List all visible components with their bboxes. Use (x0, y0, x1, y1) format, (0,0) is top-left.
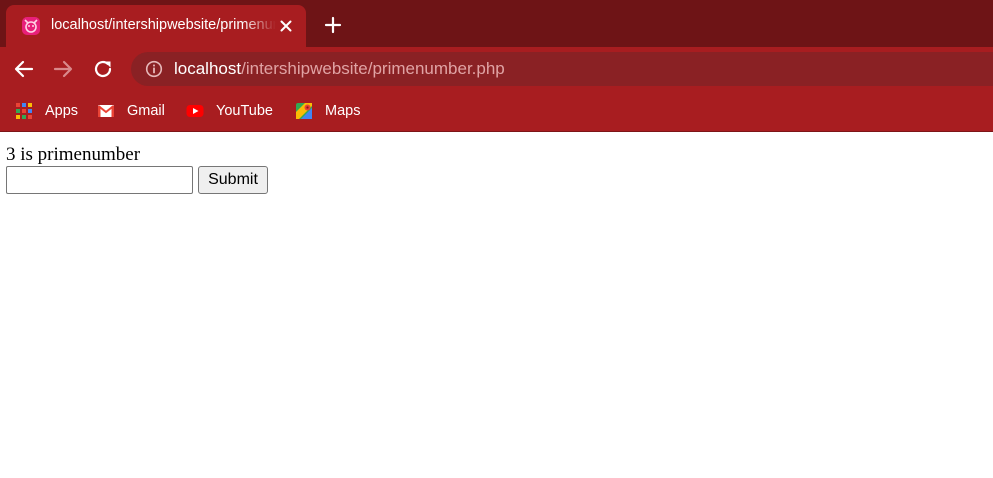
bookmark-label: YouTube (216, 103, 273, 119)
apps-grid-icon (16, 103, 32, 119)
youtube-icon (186, 105, 204, 117)
plus-icon[interactable] (323, 15, 343, 35)
maps-icon (296, 103, 312, 119)
close-icon[interactable] (278, 18, 294, 34)
url-path: /intershipwebsite/primenumber.php (241, 59, 505, 78)
result-text: 3 is primenumber (6, 144, 141, 165)
url-text: localhost/intershipwebsite/primenumber.p… (174, 59, 505, 79)
url-host: localhost (174, 59, 242, 78)
bookmark-label: Apps (45, 103, 79, 119)
bookmark-gmail[interactable]: Gmail (97, 101, 165, 121)
tab-title: localhost/intershipwebsite/primenumber.p… (51, 17, 276, 33)
page-content: 3 is primenumber Submit (0, 133, 993, 478)
number-input[interactable] (6, 166, 193, 194)
tab-strip: localhost/intershipwebsite/primenumber.p… (0, 0, 993, 47)
site-favicon-icon (22, 17, 40, 35)
address-bar[interactable]: localhost/intershipwebsite/primenumber.p… (131, 52, 993, 86)
gmail-icon (97, 105, 115, 117)
reload-icon[interactable] (91, 57, 115, 81)
bookmark-label: Maps (325, 103, 361, 119)
submit-button[interactable]: Submit (198, 166, 268, 194)
arrow-right-icon[interactable] (51, 57, 75, 81)
arrow-left-icon[interactable] (12, 57, 36, 81)
info-icon[interactable] (145, 60, 163, 78)
bookmark-label: Gmail (127, 103, 165, 119)
bookmark-apps[interactable]: Apps (15, 101, 78, 121)
bookmark-maps[interactable]: Maps (295, 101, 360, 121)
bookmark-youtube[interactable]: YouTube (186, 101, 273, 121)
active-tab[interactable]: localhost/intershipwebsite/primenumber.p… (6, 5, 306, 47)
bookmarks-bar: Apps Gmail YouTube Maps (0, 91, 993, 132)
browser-toolbar: localhost/intershipwebsite/primenumber.p… (0, 47, 993, 91)
